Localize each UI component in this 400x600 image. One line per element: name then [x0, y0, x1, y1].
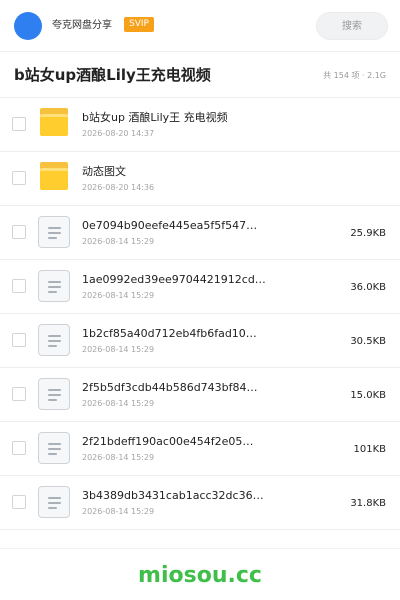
- folder-icon: [38, 108, 70, 140]
- item-checkbox[interactable]: [12, 441, 26, 455]
- folder-meta: 共 154 项 · 2.1G: [323, 71, 386, 80]
- item-date: 2026-08-14 15:29: [82, 399, 155, 408]
- avatar[interactable]: [14, 12, 42, 40]
- item-checkbox[interactable]: [12, 279, 26, 293]
- document-icon: [38, 486, 70, 518]
- document-icon: [38, 324, 70, 356]
- brand-watermark: miosou.cc: [138, 563, 262, 588]
- item-date: 2026-08-14 15:29: [82, 237, 155, 246]
- item-name[interactable]: 动态图文: [82, 165, 126, 179]
- site-footer: miosou.cc: [0, 548, 400, 600]
- list-item[interactable]: 2f5b5df3cdb44b586d743bf84… 2026-08-14 15…: [0, 368, 400, 422]
- list-item[interactable]: 2f21bdeff190ac00e454f2e05… 2026-08-14 15…: [0, 422, 400, 476]
- item-checkbox[interactable]: [12, 225, 26, 239]
- list-item[interactable]: 1b2cf85a40d712eb4fb6fad10… 2026-08-14 15…: [0, 314, 400, 368]
- item-size: 30.5KB: [350, 336, 386, 347]
- page-title: b站女up酒酿Lily王充电视频: [14, 66, 211, 84]
- item-size: 25.9KB: [350, 228, 386, 239]
- list-item[interactable]: 0e7094b90eefe445ea5f5f547… 2026-08-14 15…: [0, 206, 400, 260]
- item-date: 2026-08-14 15:29: [82, 507, 155, 516]
- item-date: 2026-08-20 14:37: [82, 129, 155, 138]
- item-name[interactable]: 1ae0992ed39ee9704421912cd…: [82, 273, 266, 287]
- header-title: 夸克网盘分享: [52, 20, 112, 31]
- item-name[interactable]: 1b2cf85a40d712eb4fb6fad10…: [82, 327, 257, 341]
- item-checkbox[interactable]: [12, 387, 26, 401]
- item-name[interactable]: 2f5b5df3cdb44b586d743bf84…: [82, 381, 258, 395]
- item-size: 15.0KB: [350, 390, 386, 401]
- document-icon: [38, 432, 70, 464]
- item-checkbox[interactable]: [12, 171, 26, 185]
- item-checkbox[interactable]: [12, 117, 26, 131]
- folder-icon: [38, 162, 70, 194]
- item-date: 2026-08-14 15:29: [82, 291, 155, 300]
- folder-titlebar: b站女up酒酿Lily王充电视频 共 154 项 · 2.1G: [0, 52, 400, 98]
- app-header: 夸克网盘分享 SVIP 搜索: [0, 0, 400, 52]
- item-date: 2026-08-14 15:29: [82, 453, 155, 462]
- list-item[interactable]: 3b4389db3431cab1acc32dc36… 2026-08-14 15…: [0, 476, 400, 530]
- list-item[interactable]: b站女up 酒酿Lily王 充电视频 2026-08-20 14:37: [0, 98, 400, 152]
- item-name[interactable]: 3b4389db3431cab1acc32dc36…: [82, 489, 264, 503]
- item-size: 101KB: [353, 444, 386, 455]
- search-button[interactable]: 搜索: [316, 12, 388, 40]
- list-item[interactable]: 1ae0992ed39ee9704421912cd… 2026-08-14 15…: [0, 260, 400, 314]
- item-date: 2026-08-20 14:36: [82, 183, 155, 192]
- list-item[interactable]: 动态图文 2026-08-20 14:36: [0, 152, 400, 206]
- item-checkbox[interactable]: [12, 333, 26, 347]
- item-name[interactable]: 0e7094b90eefe445ea5f5f547…: [82, 219, 257, 233]
- item-size: 31.8KB: [350, 498, 386, 509]
- item-checkbox[interactable]: [12, 495, 26, 509]
- document-icon: [38, 378, 70, 410]
- file-list: b站女up 酒酿Lily王 充电视频 2026-08-20 14:37 动态图文…: [0, 98, 400, 530]
- item-name[interactable]: 2f21bdeff190ac00e454f2e05…: [82, 435, 253, 449]
- document-icon: [38, 216, 70, 248]
- item-size: 36.0KB: [350, 282, 386, 293]
- item-date: 2026-08-14 15:29: [82, 345, 155, 354]
- svip-badge: SVIP: [124, 17, 154, 32]
- document-icon: [38, 270, 70, 302]
- item-name[interactable]: b站女up 酒酿Lily王 充电视频: [82, 111, 228, 125]
